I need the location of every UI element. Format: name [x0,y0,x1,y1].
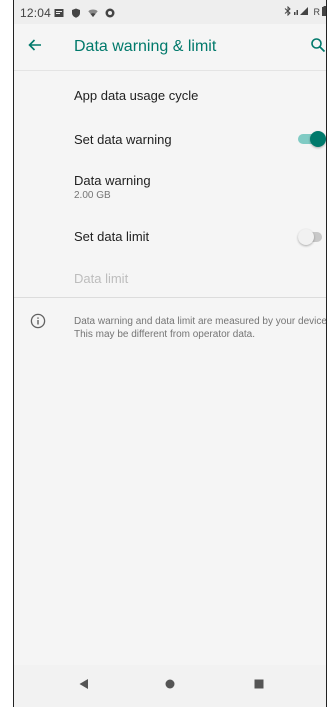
toggle-thumb [298,229,314,245]
toggle-thumb [310,131,326,147]
navigation-bar [14,665,326,707]
nav-home-icon [164,677,176,695]
status-bar: 12:04 R [14,0,326,24]
data-warning-value: 2.00 GB [74,190,111,201]
data-warning-title: Data warning [74,173,151,188]
data-warning-row[interactable]: Data warning 2.00 GB [14,161,326,217]
arrow-left-icon [27,37,43,58]
bluetooth-icon [284,5,292,18]
nav-recents-icon [253,677,265,695]
set-data-limit-title: Set data limit [74,229,150,244]
nav-back-button[interactable] [75,677,93,695]
network-type-label: R [313,7,321,17]
data-limit-row: Data limit [14,257,326,297]
info-text: Data warning and data limit are measured… [74,316,327,340]
signal-icon [293,6,312,18]
sync-icon [105,7,115,18]
set-data-limit-row[interactable]: Set data limit [14,217,326,257]
info-icon [30,313,46,329]
battery-icon [322,6,326,18]
info-divider [14,297,326,298]
search-button[interactable] [310,37,326,57]
data-limit-title: Data limit [74,271,129,286]
status-icons-right: R [284,5,326,18]
nav-recents-button[interactable] [250,677,268,695]
page-title: Data warning & limit [74,38,217,55]
nav-home-button[interactable] [161,677,179,695]
shield-icon [71,7,81,18]
app-toolbar: Data warning & limit [14,24,326,70]
status-time: 12:04 [20,6,52,20]
back-button[interactable] [24,36,46,58]
app-data-usage-cycle-row[interactable]: App data usage cycle [14,71,326,121]
app-data-usage-cycle-title: App data usage cycle [74,88,199,103]
search-icon [310,38,326,57]
set-data-warning-title: Set data warning [74,132,172,147]
notification-icon [54,7,64,17]
phone-frame: 12:04 R Data warning & limit App data us… [13,0,327,707]
status-icons-left [54,7,115,18]
nav-back-icon [78,677,90,695]
wifi-icon [88,7,98,17]
set-data-warning-row[interactable]: Set data warning [14,121,326,161]
data-limit-toggle[interactable] [298,229,324,245]
data-warning-toggle[interactable] [298,131,326,147]
